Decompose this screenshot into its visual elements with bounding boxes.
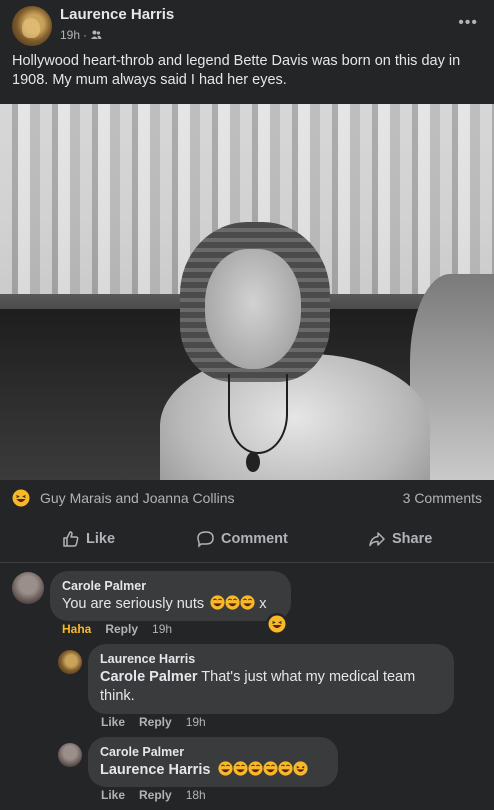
photo-face [205,249,301,369]
mention[interactable]: Laurence Harris [100,762,210,778]
mention[interactable]: Carole Palmer [100,669,198,685]
laughing-emoji-icon [263,761,279,776]
comment-label: Comment [221,531,288,547]
emoji-group [218,761,309,778]
laughing-emoji-icon [210,595,225,610]
comment-body: You are seriously nuts [62,596,205,612]
reply-actions: Like Reply 18h [101,788,206,802]
laughing-emoji-icon [248,761,264,776]
poster-name[interactable]: Laurence Harris [60,6,174,23]
post-text: Hollywood heart-throb and legend Bette D… [12,53,461,88]
haha-reaction-icon [293,761,309,776]
comment-actions: Haha Reply 19h [62,622,172,636]
like-label: Like [86,531,116,547]
photo-pendant [246,452,260,472]
comment-button[interactable]: Comment [197,530,288,548]
comment-trailing: x [259,596,267,612]
replier-avatar[interactable] [58,743,82,767]
reply-button[interactable]: Reply [139,788,172,802]
like-button[interactable]: Like [101,788,125,802]
like-button[interactable]: Like [101,715,125,729]
share-label: Share [392,531,433,547]
reaction-names[interactable]: Guy Marais and Joanna Collins [40,490,235,506]
replier-avatar[interactable] [58,650,82,674]
laughing-emoji-icon [225,595,240,610]
like-icon [63,531,79,547]
poster-avatar[interactable] [12,6,52,46]
comment-time[interactable]: 19h [152,622,172,636]
meta-separator: · [83,28,88,42]
comment-text: You are seriously nuts x [62,595,279,614]
laughing-emoji-icon [233,761,249,776]
reply-button[interactable]: Reply [139,715,172,729]
reactions-summary[interactable]: Guy Marais and Joanna Collins 3 Comments [12,488,482,508]
reply-text: Laurence Harris [100,761,326,780]
laughing-emoji-icon [218,761,234,776]
comment-author[interactable]: Carole Palmer [62,579,279,593]
reply-time[interactable]: 19h [186,715,206,729]
post-header: Laurence Harris 19h · ••• [12,6,482,46]
action-divider [0,562,494,563]
reply-bubble: Laurence Harris Carole Palmer That's jus… [88,644,454,714]
like-button[interactable]: Like [62,530,115,548]
photo-necklace [228,374,288,454]
comment-bubble: Carole Palmer You are seriously nuts x [50,571,291,621]
reply-actions: Like Reply 19h [101,715,206,729]
post-photo[interactable] [0,104,494,480]
comment-icon [197,531,214,548]
commenter-avatar[interactable] [12,572,44,604]
laughing-emoji-icon [240,595,255,610]
haha-reaction-icon [268,615,286,633]
reply-bubble: Carole Palmer Laurence Harris [88,737,338,787]
reply-time[interactable]: 18h [186,788,206,802]
more-icon[interactable]: ••• [458,14,478,32]
reply-text: Carole Palmer That's just what my medica… [100,668,442,706]
haha-reaction-icon [12,489,30,507]
post-time[interactable]: 19h [60,28,80,42]
comments-count[interactable]: 3 Comments [403,490,482,506]
comment-reaction-badge[interactable] [266,613,288,635]
laughing-emoji-icon [278,761,294,776]
reply-button[interactable]: Reply [105,622,138,636]
post-meta: 19h · [60,28,102,42]
action-bar: Like Comment Share [0,522,494,558]
reply-author[interactable]: Carole Palmer [100,745,326,759]
haha-button[interactable]: Haha [62,622,91,636]
share-icon [369,532,385,547]
reply-author[interactable]: Laurence Harris [100,652,442,666]
friends-audience-icon[interactable] [90,29,102,41]
share-button[interactable]: Share [368,530,432,548]
